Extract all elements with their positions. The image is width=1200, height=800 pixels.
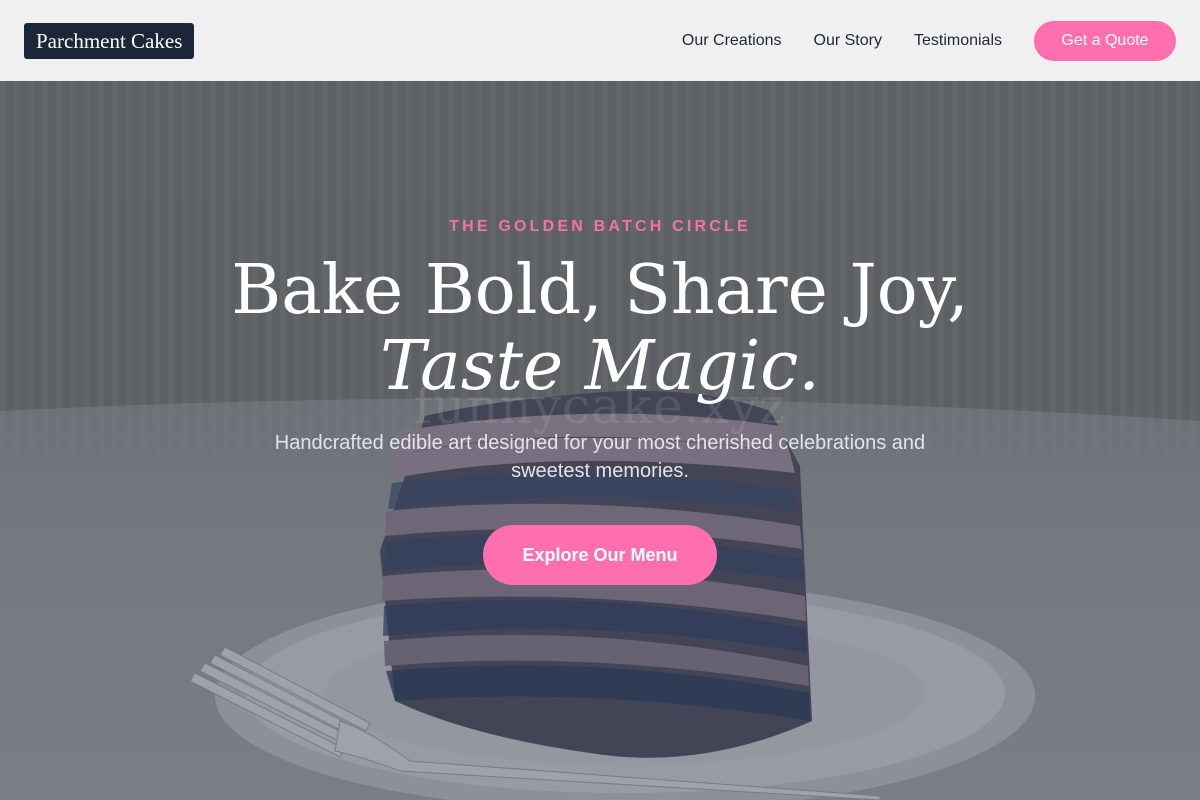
headline-line-1: Bake Bold, Share Joy, <box>231 251 969 330</box>
hero-eyebrow: THE GOLDEN BATCH CIRCLE <box>449 218 751 235</box>
nav-our-creations[interactable]: Our Creations <box>682 32 782 50</box>
hero-content: THE GOLDEN BATCH CIRCLE Bake Bold, Share… <box>0 81 1200 800</box>
watermark: funnycake.xyz <box>413 377 787 435</box>
nav-our-story[interactable]: Our Story <box>814 32 882 50</box>
hero-section: THE GOLDEN BATCH CIRCLE Bake Bold, Share… <box>0 81 1200 800</box>
nav-testimonials[interactable]: Testimonials <box>914 32 1002 50</box>
explore-menu-button[interactable]: Explore Our Menu <box>483 525 717 585</box>
site-header: Parchment Cakes Our Creations Our Story … <box>0 0 1200 81</box>
get-a-quote-button[interactable]: Get a Quote <box>1034 20 1176 61</box>
logo[interactable]: Parchment Cakes <box>24 22 195 59</box>
hero-subtext: Handcrafted edible art designed for your… <box>274 432 926 482</box>
main-nav: Our Creations Our Story Testimonials Get… <box>682 20 1176 61</box>
